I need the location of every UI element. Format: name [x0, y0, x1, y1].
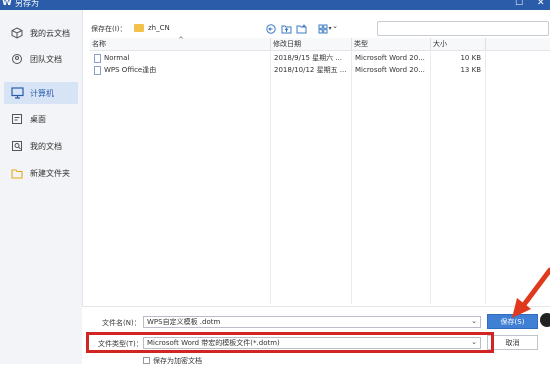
annotation-marker: [540, 313, 550, 327]
encrypt-label: 保存为加密文档: [153, 357, 202, 365]
folder-icon: [10, 166, 24, 180]
word-template-icon: [94, 65, 101, 75]
documents-icon: [10, 139, 24, 153]
file-row[interactable]: Normal 2018/9/15 星期六 ... Microsoft Word …: [90, 52, 550, 64]
sidebar-item-my-documents[interactable]: 我的文档: [4, 135, 78, 157]
column-header-size[interactable]: 大小: [431, 38, 486, 50]
desktop-icon: [10, 112, 24, 126]
sidebar-item-label: 我的文档: [30, 141, 62, 151]
cloud-box-icon: [10, 26, 24, 40]
column-divider: [351, 50, 352, 304]
dialog-title: 另存为: [15, 0, 39, 8]
column-divider: [430, 50, 431, 304]
sidebar-item-computer[interactable]: 计算机: [4, 82, 78, 104]
filename-field[interactable]: WPS自定义模板 .dotm ⌄: [143, 316, 481, 328]
wps-writer-icon: W: [2, 0, 12, 8]
sidebar-item-cloud-docs[interactable]: 我的云文档: [4, 22, 78, 44]
maximize-button[interactable]: ☐: [515, 0, 523, 8]
save-in-dropdown[interactable]: zh_CN ⌄: [132, 20, 340, 35]
chevron-down-icon: ▾: [328, 25, 332, 32]
sidebar-item-label: 计算机: [30, 88, 54, 98]
sidebar-item-label: 团队文档: [30, 54, 62, 64]
file-list: ^ 名称 修改日期 类型 大小 Normal 2018/9/15 星期六 ...…: [90, 36, 550, 304]
annotation-arrow: [512, 267, 550, 318]
team-icon: [10, 52, 24, 66]
sidebar-item-desktop[interactable]: 桌面: [4, 108, 78, 130]
encrypt-checkbox[interactable]: [143, 357, 150, 364]
save-in-label: 保存在(I)：: [91, 25, 127, 33]
file-row[interactable]: WPS Office逢由 2018/10/12 星期五 ... Microsof…: [90, 64, 550, 76]
file-modified: 2018/10/12 星期五 ...: [274, 66, 347, 74]
view-mode-button[interactable]: ▾: [316, 23, 334, 34]
sidebar-item-new-folder[interactable]: 新建文件夹: [4, 162, 78, 184]
up-folder-button[interactable]: [281, 23, 292, 34]
filename-value: WPS自定义模板 .dotm: [147, 318, 221, 326]
sidebar-item-label: 新建文件夹: [30, 168, 70, 178]
sidebar-item-label: 我的云文档: [30, 28, 70, 38]
folder-icon: [134, 23, 144, 32]
search-input[interactable]: [377, 21, 549, 36]
title-bar: W 另存为 ☐ ✕: [0, 0, 550, 10]
file-type: Microsoft Word 20...: [355, 54, 425, 62]
back-button[interactable]: [265, 23, 276, 34]
computer-icon: [10, 86, 24, 100]
file-name: Normal: [104, 54, 130, 62]
column-header-type[interactable]: 类型: [352, 38, 431, 50]
column-header-modified[interactable]: 修改日期: [271, 38, 352, 50]
sidebar-item-label: 桌面: [30, 114, 46, 124]
column-header-name[interactable]: 名称: [90, 38, 271, 50]
annotation-highlight-box: [86, 332, 494, 353]
filename-label: 文件名(N)：: [102, 319, 141, 327]
column-divider: [485, 50, 486, 304]
file-name: WPS Office逢由: [104, 66, 157, 74]
cancel-button[interactable]: 取消: [487, 335, 538, 350]
sidebar: 我的云文档 团队文档 计算机 桌面 我的文档 新建文件夹: [0, 10, 83, 364]
file-modified: 2018/9/15 星期六 ...: [274, 54, 343, 62]
new-folder-button[interactable]: [296, 23, 307, 34]
sidebar-item-team-docs[interactable]: 团队文档: [4, 48, 78, 70]
chevron-down-icon: ⌄: [471, 317, 477, 325]
file-size: 13 KB: [460, 66, 481, 74]
word-template-icon: [94, 53, 101, 63]
location-toolbar: 保存在(I)： zh_CN ⌄ ▾: [82, 10, 550, 40]
file-size: 10 KB: [460, 54, 481, 62]
column-divider: [270, 50, 271, 304]
close-button[interactable]: ✕: [537, 0, 545, 8]
current-folder-name: zh_CN: [148, 23, 170, 32]
file-type: Microsoft Word 20...: [355, 66, 425, 74]
